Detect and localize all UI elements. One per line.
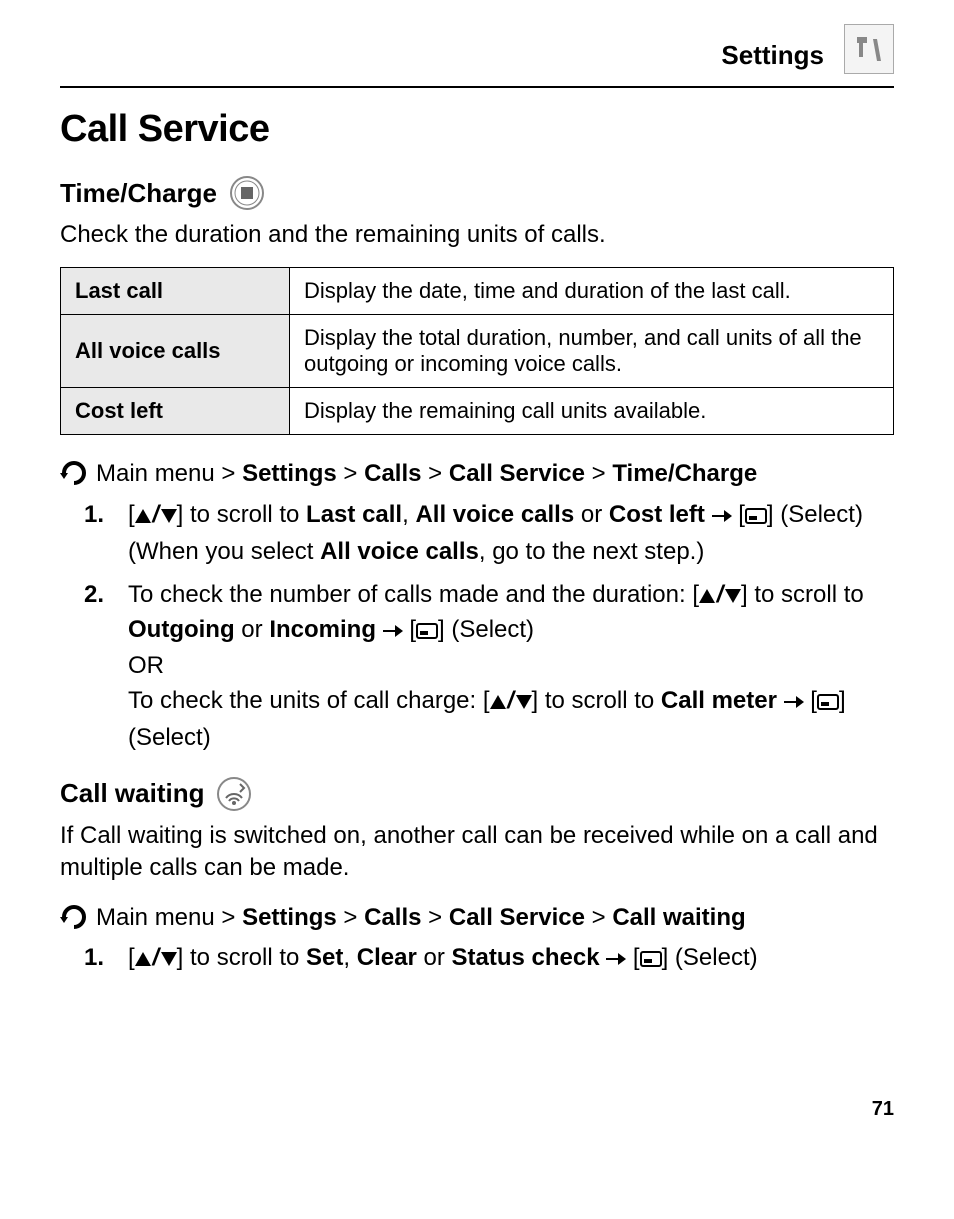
up-icon <box>135 952 151 966</box>
breadcrumb: Main menu > Settings > Calls > Call Serv… <box>60 901 894 936</box>
nav-call-service: Call Service <box>449 904 585 931</box>
call-waiting-intro: If Call waiting is switched on, another … <box>60 820 894 885</box>
softkey-icon <box>745 500 767 535</box>
step-1: [/] to scroll to Set, Clear or Status ch… <box>60 941 894 978</box>
softkey-icon <box>640 943 662 978</box>
row-desc: Display the remaining call units availab… <box>290 388 894 435</box>
arrow-right-icon <box>383 615 403 650</box>
network-icon <box>216 776 252 812</box>
arrow-right-icon <box>784 686 804 721</box>
nav-call-service: Call Service <box>449 460 585 487</box>
table-row: Cost left Display the remaining call uni… <box>61 388 894 435</box>
row-desc: Display the date, time and duration of t… <box>290 268 894 315</box>
page-title: Call Service <box>60 108 894 151</box>
arrow-right-icon <box>712 500 732 535</box>
nav-settings: Settings <box>242 904 337 931</box>
time-charge-intro: Check the duration and the remaining uni… <box>60 219 894 251</box>
breadcrumb: Main menu > Settings > Calls > Call Serv… <box>60 457 894 492</box>
table-row: All voice calls Display the total durati… <box>61 315 894 388</box>
page-number: 71 <box>60 1098 894 1121</box>
table-row: Last call Display the date, time and dur… <box>61 268 894 315</box>
softkey-icon <box>416 615 438 650</box>
step-2: To check the number of calls made and th… <box>60 578 894 756</box>
goto-arrow-icon <box>60 903 88 931</box>
row-desc: Display the total duration, number, and … <box>290 315 894 388</box>
sim-icon <box>229 175 265 211</box>
up-icon <box>135 509 151 523</box>
softkey-icon <box>817 686 839 721</box>
down-icon <box>161 509 177 523</box>
step-1: [/] to scroll to Last call, All voice ca… <box>60 498 894 570</box>
call-waiting-heading: Call waiting <box>60 778 204 809</box>
time-charge-heading: Time/Charge <box>60 178 217 209</box>
nav-call-waiting: Call waiting <box>612 904 745 931</box>
arrow-right-icon <box>606 943 626 978</box>
time-charge-table: Last call Display the date, time and dur… <box>60 267 894 435</box>
nav-calls: Calls <box>364 904 421 931</box>
goto-arrow-icon <box>60 459 88 487</box>
up-icon <box>490 695 506 709</box>
nav-calls: Calls <box>364 460 421 487</box>
nav-pre: Main menu > <box>96 904 242 931</box>
settings-tools-icon <box>844 24 894 74</box>
nav-settings: Settings <box>242 460 337 487</box>
up-icon <box>699 589 715 603</box>
down-icon <box>516 695 532 709</box>
nav-pre: Main menu > <box>96 460 242 487</box>
row-label: Last call <box>61 268 290 315</box>
nav-time-charge: Time/Charge <box>612 460 757 487</box>
down-icon <box>161 952 177 966</box>
down-icon <box>725 589 741 603</box>
row-label: Cost left <box>61 388 290 435</box>
section-title: Settings <box>721 40 824 71</box>
row-label: All voice calls <box>61 315 290 388</box>
